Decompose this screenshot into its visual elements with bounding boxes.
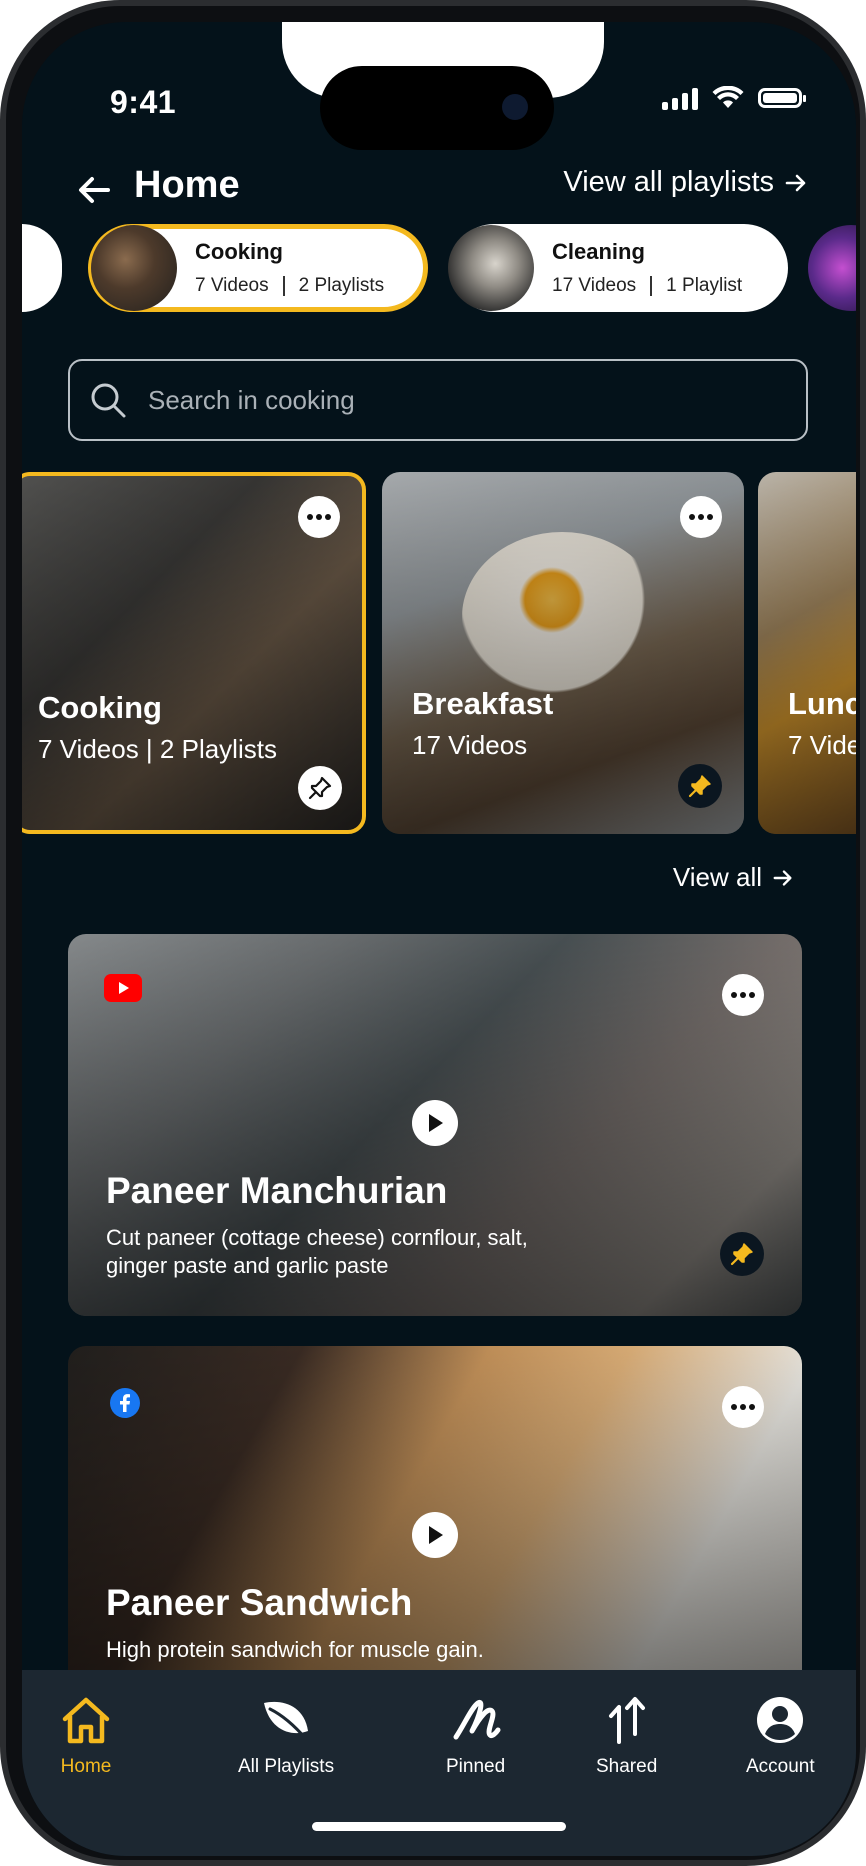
- playlist-card-lunch[interactable]: Lunch 7 Videos: [758, 472, 856, 834]
- playlist-title: Breakfast: [412, 686, 554, 721]
- dynamic-island: [320, 66, 554, 150]
- pin-icon: [730, 1243, 753, 1266]
- view-all-label: View all: [672, 862, 762, 892]
- playlist-card-cooking[interactable]: Cooking 7 Videos | 2 Playlists: [22, 472, 366, 834]
- category-videos: 7 Videos: [195, 275, 269, 296]
- more-options-button[interactable]: [680, 496, 722, 538]
- category-chip-cleaning[interactable]: Cleaning 17 Videos 1 Playlist: [448, 224, 788, 312]
- youtube-icon: [104, 974, 142, 1007]
- wifi-icon: [712, 86, 744, 108]
- video-card-paneer-sandwich[interactable]: Paneer Sandwich High protein sandwich fo…: [68, 1346, 802, 1706]
- playlist-cards: Cooking 7 Videos | 2 Playlists Breakfast…: [22, 472, 856, 834]
- more-options-button[interactable]: [722, 1386, 764, 1428]
- home-indicator: [312, 1822, 566, 1831]
- play-button[interactable]: [412, 1100, 458, 1146]
- device-frame: 9:41 Home View all playlists Cooking 7 V…: [0, 0, 866, 1866]
- playlist-subtitle: 7 Videos: [788, 730, 856, 760]
- arrow-right-icon: [785, 174, 806, 191]
- category-playlists: 1 Playlist: [666, 275, 743, 296]
- status-icons: [662, 86, 806, 110]
- tab-label: Pinned: [446, 1756, 506, 1777]
- tab-account[interactable]: Account: [746, 1694, 815, 1778]
- leaf-icon: [260, 1694, 312, 1746]
- category-chip-partial[interactable]: [22, 224, 62, 312]
- arrows-icon: [601, 1694, 653, 1746]
- cleaning-thumbnail: [448, 225, 534, 311]
- facebook-icon: [110, 1388, 140, 1423]
- tab-label: Account: [746, 1756, 815, 1777]
- status-time: 9:41: [110, 84, 177, 120]
- back-arrow-icon[interactable]: [72, 168, 116, 212]
- playlist-title: Lunch: [788, 686, 856, 721]
- search-input[interactable]: [146, 383, 750, 417]
- playlist-subtitle: 17 Videos: [412, 730, 528, 760]
- signal-icon: [662, 86, 698, 110]
- video-description: Cut paneer (cottage cheese) cornflour, s…: [106, 1225, 528, 1278]
- tab-label: All Playlists: [238, 1756, 335, 1777]
- playlist-title: Cooking: [38, 690, 162, 725]
- category-chip-cooking[interactable]: Cooking 7 Videos 2 Playlists: [88, 224, 428, 312]
- view-all-link[interactable]: View all: [673, 862, 794, 893]
- category-playlists: 2 Playlists: [298, 275, 385, 296]
- header: Home View all playlists: [22, 160, 856, 220]
- tab-pinned[interactable]: Pinned: [446, 1694, 505, 1778]
- separator: [650, 276, 653, 296]
- tab-label: Home: [60, 1756, 112, 1777]
- play-icon: [429, 1526, 443, 1544]
- page-title: Home: [134, 164, 240, 206]
- app-screen: 9:41 Home View all playlists Cooking 7 V…: [22, 22, 856, 1856]
- view-all-playlists-link[interactable]: View all playlists: [563, 166, 808, 199]
- battery-icon: [758, 88, 806, 108]
- squiggle-icon: [450, 1694, 502, 1746]
- pin-button[interactable]: [678, 764, 722, 808]
- playlist-subtitle: 7 Videos | 2 Playlists: [38, 734, 277, 764]
- camera-icon: [502, 94, 528, 120]
- tab-label: Shared: [596, 1756, 658, 1777]
- tab-all-playlists[interactable]: All Playlists: [238, 1694, 334, 1778]
- pin-icon: [688, 775, 711, 798]
- category-videos: 17 Videos: [552, 275, 637, 296]
- category-name: Cooking: [195, 239, 283, 264]
- video-title: Paneer Sandwich: [106, 1582, 413, 1623]
- account-icon: [754, 1694, 806, 1746]
- video-description: High protein sandwich for muscle gain.: [106, 1637, 484, 1662]
- tab-home[interactable]: Home: [60, 1694, 112, 1778]
- category-chip-partial-right[interactable]: [808, 224, 856, 312]
- search-bar[interactable]: [68, 359, 808, 441]
- home-icon: [60, 1694, 112, 1746]
- category-name: Cleaning: [552, 239, 645, 264]
- pin-button[interactable]: [720, 1232, 764, 1276]
- category-chips: Cooking 7 Videos 2 Playlists Cleaning 17…: [22, 224, 856, 330]
- play-icon: [429, 1114, 443, 1132]
- playlist-card-breakfast[interactable]: Breakfast 17 Videos: [382, 472, 744, 834]
- device-bezel: 9:41 Home View all playlists Cooking 7 V…: [6, 6, 860, 1860]
- search-icon: [91, 383, 126, 418]
- cooking-thumbnail: [91, 225, 177, 311]
- arrow-right-icon: [773, 869, 792, 886]
- more-options-button[interactable]: [298, 496, 340, 538]
- play-button[interactable]: [412, 1512, 458, 1558]
- more-options-button[interactable]: [722, 974, 764, 1016]
- video-title: Paneer Manchurian: [106, 1170, 448, 1211]
- video-card-paneer-manchurian[interactable]: Paneer Manchurian Cut paneer (cottage ch…: [68, 934, 802, 1316]
- separator: [282, 276, 285, 296]
- view-all-playlists-label: View all playlists: [563, 166, 774, 198]
- pin-icon: [308, 776, 332, 800]
- pin-button[interactable]: [298, 766, 342, 810]
- tab-shared[interactable]: Shared: [596, 1694, 657, 1778]
- party-thumbnail: [808, 225, 856, 311]
